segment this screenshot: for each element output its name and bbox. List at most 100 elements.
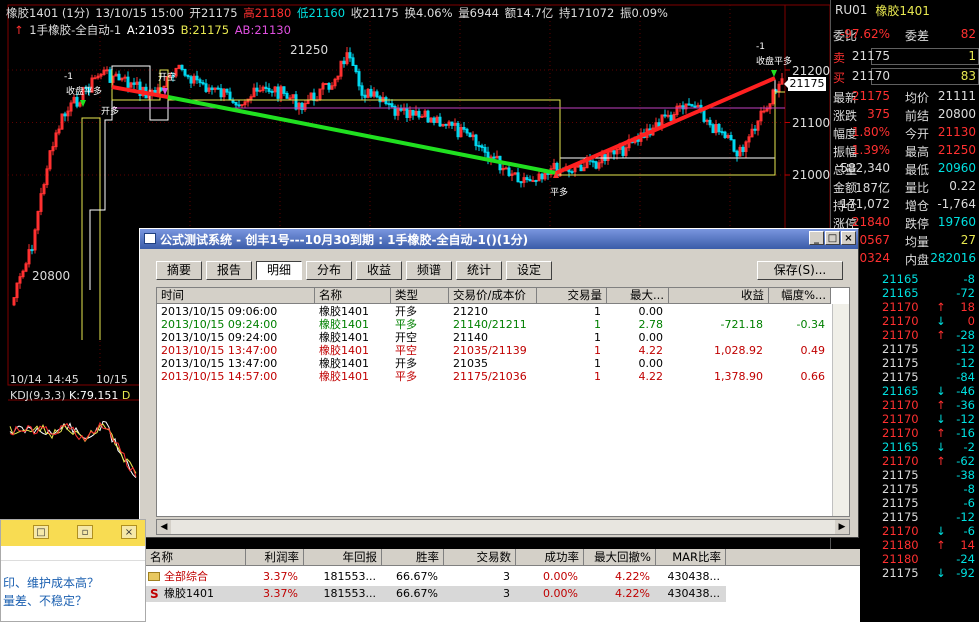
tab-2[interactable]: 明细 (256, 261, 302, 280)
summary-header-5[interactable]: 成功率 (516, 549, 584, 566)
table-row[interactable]: 2013/10/15 09:24:00 橡胶1401 平多 21140/21211 1 2… (157, 318, 849, 331)
tab-5[interactable]: 频谱 (406, 261, 452, 280)
tick-volume: -8 (963, 482, 975, 496)
tick-volume: -28 (956, 328, 975, 342)
column-header-2[interactable]: 类型 (391, 288, 449, 304)
trade-detail-table[interactable]: 时间 名称 类型 交易价/成本价 交易量 最大... 收益 幅度%... 2013/10/15… (156, 287, 850, 517)
table-vscroll-track[interactable] (832, 304, 849, 516)
tab-3[interactable]: 分布 (306, 261, 352, 280)
quote-value: -97.62% (839, 27, 890, 41)
column-header-5[interactable]: 最大... (607, 288, 669, 304)
column-header-6[interactable]: 收益 (669, 288, 769, 304)
tab-4[interactable]: 收益 (356, 261, 402, 280)
close-button[interactable]: × (841, 231, 856, 245)
tab-6[interactable]: 统计 (456, 261, 502, 280)
candle-body (30, 249, 34, 252)
table-cell: 2013/10/15 09:24:00 (161, 331, 278, 344)
candle-body (267, 88, 271, 92)
quote-label-2: 均价 (905, 91, 930, 105)
candle-body (375, 91, 379, 98)
quote-row: 最新 21175 均价 21111 (831, 88, 979, 106)
scroll-left-icon[interactable]: ◀ (157, 520, 171, 534)
summary-header-7[interactable]: MAR比率 (656, 549, 726, 566)
summary-header-6[interactable]: 最大回撤% (584, 549, 656, 566)
table-cell: 橡胶1401 (319, 318, 369, 331)
summary-table[interactable]: 名称 利润率 年回报 胜率 交易数 成功率 最大回撤% MAR比率 全部综合 3.37% 1815… (146, 549, 860, 622)
tick-volume: -84 (956, 370, 975, 384)
summary-cell: 3 (503, 570, 510, 583)
tick-arrow-icon: ↑ (936, 300, 946, 314)
dialog-titlebar[interactable]: 公式测试系统 - 创丰1号---10月30到期 : 1手橡胶-全自动-1()(1… (140, 229, 858, 249)
summary-cell: 66.67% (396, 587, 438, 600)
column-header-1[interactable]: 名称 (315, 288, 391, 304)
column-header-4[interactable]: 交易量 (537, 288, 607, 304)
summary-cell: 0.00% (543, 587, 578, 600)
candle-body (132, 82, 136, 85)
summary-header-0[interactable]: 名称 (146, 549, 246, 566)
summary-header-4[interactable]: 交易数 (444, 549, 516, 566)
popup-min-button[interactable]: ▫ (77, 525, 93, 539)
quote-value-2: 21111 (937, 89, 976, 103)
candle-body (354, 64, 358, 73)
candle-body (294, 94, 298, 110)
candle-body (705, 119, 709, 122)
summary-header-1[interactable]: 利润率 (246, 549, 304, 566)
candle-body (711, 124, 715, 134)
volume-label: 量6944 (458, 6, 499, 20)
quote-value-2: 1 (968, 49, 976, 63)
quote-label-2: 量比 (905, 181, 930, 195)
candle-body (741, 146, 745, 153)
tick-price: 21175 (882, 566, 919, 580)
ad-popup[interactable]: □ ▫ × 印、维护成本高？ 量差、不稳定？ (0, 519, 146, 622)
table-row[interactable]: 2013/10/15 09:24:00 橡胶1401 开空 21140 1 0.00 (157, 331, 849, 344)
tick-arrow-icon: ↑ (936, 454, 946, 468)
candle-body (270, 90, 274, 93)
indicator-arrow-icon: ↑ (14, 23, 24, 37)
candle-body (504, 167, 508, 170)
maximize-button[interactable]: □ (825, 231, 840, 245)
table-row[interactable]: 2013/10/15 09:06:00 橡胶1401 开多 21210 1 0.00 (157, 305, 849, 318)
tab-0[interactable]: 摘要 (156, 261, 202, 280)
quote-label-2: 跌停 (905, 217, 930, 231)
popup-close-button[interactable]: × (121, 525, 137, 539)
popup-restore-button[interactable]: □ (33, 525, 49, 539)
candle-body (348, 52, 352, 59)
formula-test-dialog[interactable]: 公式测试系统 - 创丰1号---10月30到期 : 1手橡胶-全自动-1()(1… (139, 228, 859, 538)
summary-row[interactable]: 全部综合 3.37% 181553... 66.67% 3 0.00% 4.22% 43043… (146, 569, 726, 585)
candle-body (240, 104, 244, 107)
column-header-0[interactable]: 时间 (157, 288, 315, 304)
table-cell: 2013/10/15 09:24:00 (161, 318, 278, 331)
candle-body (126, 76, 130, 88)
summary-cell: 0.00% (543, 570, 578, 583)
hold-label: 持171072 (558, 6, 615, 20)
table-hscroll[interactable]: ◀ ▶ (156, 519, 850, 535)
quote-value: 171,072 (840, 197, 890, 211)
table-row[interactable]: 2013/10/15 13:47:00 橡胶1401 开多 21035 1 0.00 (157, 357, 849, 370)
scroll-right-icon[interactable]: ▶ (835, 520, 849, 534)
summary-header-2[interactable]: 年回报 (304, 549, 382, 566)
save-button[interactable]: 保存(S)... (757, 261, 843, 280)
candle-body (708, 119, 712, 126)
candle-body (300, 102, 304, 111)
candle-body (357, 71, 361, 87)
summary-row[interactable]: S 橡胶1401 3.37% 181553... 66.67% 3 0.00% 4.22% 43… (146, 586, 726, 602)
quote-label-2: 前结 (905, 109, 930, 123)
candle-body (378, 96, 382, 103)
summary-header-3[interactable]: 胜率 (382, 549, 444, 566)
table-row[interactable]: 2013/10/15 14:57:00 橡胶1401 平多 21175/21036 1 4… (157, 370, 849, 383)
popup-line-2[interactable]: 量差、不稳定？ (3, 592, 87, 609)
tick-row: 21170 ↓ 0 (880, 314, 979, 328)
kdj-label: KDJ(9,3,3) (10, 389, 66, 402)
minimize-button[interactable]: _ (809, 231, 824, 245)
column-header-3[interactable]: 交易价/成本价 (449, 288, 537, 304)
tab-7[interactable]: 设定 (506, 261, 552, 280)
column-header-7[interactable]: 幅度%... (769, 288, 831, 304)
chart-low-label: 20800 (32, 269, 71, 283)
datetime-label: 13/10/15 15:00 (95, 6, 184, 20)
time-tick-1: 10/14 (10, 373, 42, 386)
candle-body (342, 60, 346, 65)
table-cell: 1 (594, 318, 601, 331)
popup-line-1[interactable]: 印、维护成本高？ (3, 574, 99, 591)
tab-1[interactable]: 报告 (206, 261, 252, 280)
table-row[interactable]: 2013/10/15 13:47:00 橡胶1401 平空 21035/21139 1 4… (157, 344, 849, 357)
